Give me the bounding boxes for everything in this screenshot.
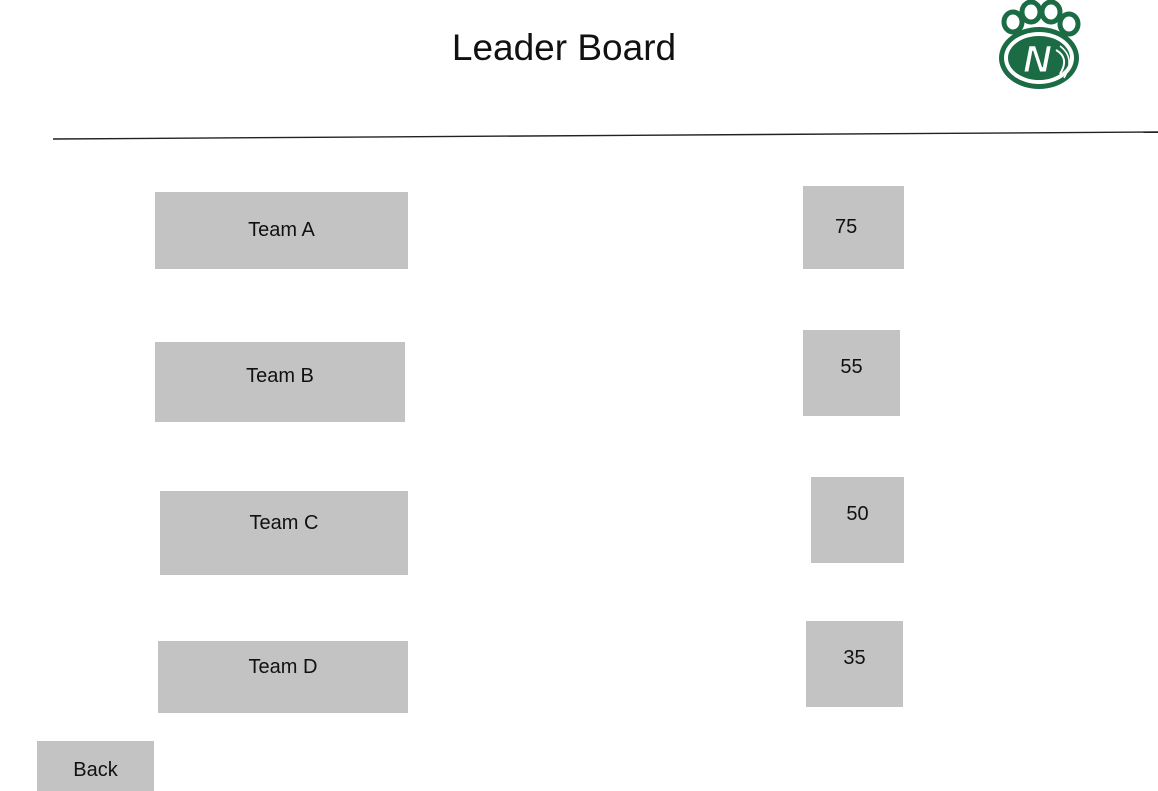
team-name-label: Team A	[248, 219, 315, 241]
paw-print-logo-icon: N	[999, 0, 1081, 89]
back-button[interactable]: Back	[37, 741, 154, 791]
team-name-box: Team B	[155, 342, 405, 422]
team-score-value: 55	[840, 356, 863, 378]
team-name-label: Team C	[249, 512, 319, 534]
team-name-label: Team B	[246, 365, 314, 387]
team-score-box: 35	[806, 621, 903, 707]
team-score-box: 50	[811, 477, 904, 563]
back-button-label: Back	[73, 759, 118, 781]
team-score-box: 75	[803, 186, 904, 269]
team-score-box: 55	[803, 330, 900, 416]
team-score-value: 35	[843, 647, 866, 669]
team-name-label: Team D	[248, 656, 318, 678]
page-title: Leader Board	[451, 27, 677, 68]
team-score-value: 75	[835, 216, 858, 238]
team-name-box: Team A	[155, 192, 408, 269]
team-score-value: 50	[846, 503, 869, 525]
team-name-box: Team C	[160, 491, 408, 575]
logo-letter: N	[1023, 39, 1052, 81]
team-name-box: Team D	[158, 641, 408, 713]
